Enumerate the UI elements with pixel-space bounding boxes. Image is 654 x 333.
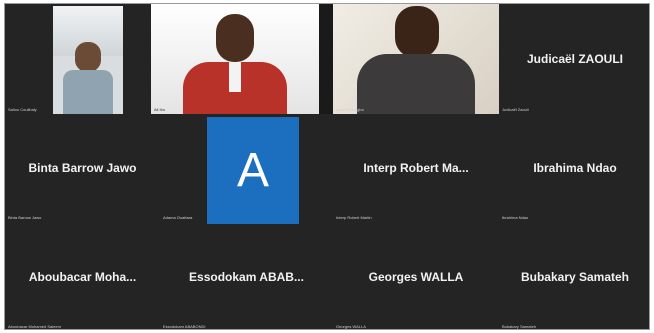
participant-name: Judicaël ZAOULI — [526, 52, 624, 66]
avatar: A — [207, 117, 299, 224]
participant-caption: Georges WALLA — [336, 324, 366, 329]
participant-tile[interactable]: Binta Barrow Jawo Binta Barrow Jawo — [5, 114, 160, 222]
participant-caption: Justin Houngbo — [336, 107, 364, 112]
avatar-initial: A — [236, 144, 269, 197]
participant-caption: Interp Robert Martin — [336, 215, 372, 220]
participant-caption: Saliou Coulibaly — [8, 107, 37, 112]
participant-video — [53, 6, 123, 114]
participant-caption: Aboubacar Mohamed Saleem — [8, 324, 61, 329]
meeting-gallery: Saliou Coulibaly Ali Ibo Justin Houngbo … — [4, 3, 650, 330]
participant-name: Bubakary Samateh — [520, 269, 630, 284]
participant-tile[interactable]: Georges WALLA Georges WALLA — [333, 222, 499, 329]
participant-caption: Adama Ouattara — [163, 215, 193, 220]
participant-caption: Judicaël Zaouli — [502, 107, 529, 112]
participant-tile[interactable]: Ibrahima Ndao Ibrahima Ndao — [499, 114, 649, 222]
participant-tile[interactable]: Aboubacar Moha... Aboubacar Mohamed Sale… — [5, 222, 160, 329]
participant-tile[interactable]: Interp Robert Ma... Interp Robert Martin — [333, 114, 499, 222]
participant-tile[interactable]: Bubakary Samateh Bubakary Samateh — [499, 222, 649, 329]
participant-tile[interactable]: Justin Houngbo — [333, 4, 499, 114]
participant-name: Ibrahima Ndao — [533, 161, 617, 175]
participant-tile[interactable]: Ali Ibo — [151, 4, 319, 114]
participant-caption: Ali Ibo — [154, 107, 166, 112]
participant-tile[interactable]: Judicaël ZAOULI Judicaël Zaouli — [499, 4, 649, 114]
participant-name: Interp Robert Ma... — [363, 161, 469, 175]
participant-name: Aboubacar Moha... — [28, 269, 137, 284]
participant-tile[interactable]: Saliou Coulibaly — [5, 4, 160, 114]
participant-caption: Binta Barrow Jawo — [8, 215, 42, 220]
participant-name: Georges WALLA — [368, 269, 464, 284]
participant-caption: Bubakary Samateh — [502, 324, 537, 329]
participant-name: Essodokam ABAB... — [189, 269, 304, 284]
participant-caption: Ibrahima Ndao — [502, 215, 529, 220]
participant-name: Binta Barrow Jawo — [28, 161, 137, 175]
participant-caption: Essodokam ABABONDI — [163, 324, 206, 329]
participant-video — [333, 4, 499, 114]
participant-tile[interactable]: Essodokam ABAB... Essodokam ABABONDI — [160, 222, 333, 329]
participant-video — [151, 4, 319, 114]
